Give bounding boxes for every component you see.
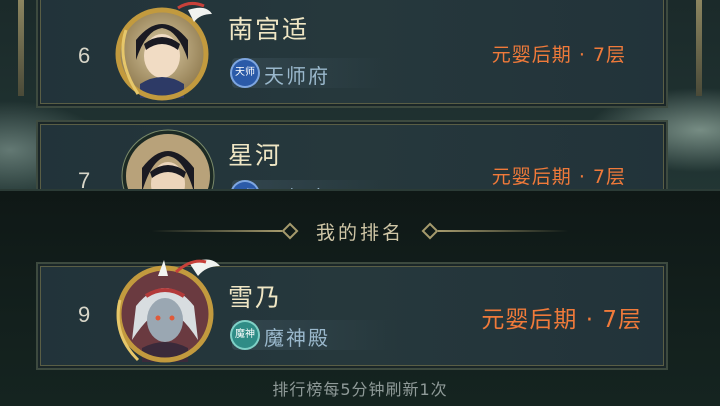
divider-ornament-icon xyxy=(421,222,439,240)
avatar xyxy=(116,259,220,363)
avatar-frame xyxy=(120,128,216,190)
tianshi-badge-icon: 天师 xyxy=(232,60,258,86)
frame-pillar-right xyxy=(696,0,702,96)
avatar xyxy=(115,1,212,101)
rank-number: 9 xyxy=(78,302,91,327)
sect-tag: 魔神 魔神殿 xyxy=(232,320,398,350)
player-name: 星河 xyxy=(228,141,283,170)
my-rank-divider: 我的排名 xyxy=(0,216,720,246)
rank-number: 6 xyxy=(78,43,91,68)
player-name: 雪乃 xyxy=(228,283,283,312)
refresh-note: 排行榜每5分钟刷新1次 xyxy=(272,380,448,399)
sect-name: 魔神殿 xyxy=(264,326,330,350)
moshen-badge-icon: 魔神 xyxy=(232,322,258,348)
avatar xyxy=(121,129,215,190)
frame-pillar-left xyxy=(18,0,24,96)
divider-line-right xyxy=(438,230,568,232)
avatar-frame xyxy=(108,0,216,104)
realm-level: 元婴后期 · 7层 xyxy=(491,166,626,188)
divider-ornament-icon xyxy=(281,222,299,240)
sect-tag: 天师 天师府 xyxy=(232,58,388,88)
sect-name: 天师府 xyxy=(264,64,330,88)
my-rank-title: 我的排名 xyxy=(315,222,404,244)
avatar-frame xyxy=(106,250,224,368)
divider-line-left xyxy=(152,230,282,232)
realm-level: 元婴后期 · 7层 xyxy=(491,44,626,66)
player-name: 南宫适 xyxy=(228,15,310,44)
realm-level: 元婴后期 · 7层 xyxy=(481,307,642,333)
